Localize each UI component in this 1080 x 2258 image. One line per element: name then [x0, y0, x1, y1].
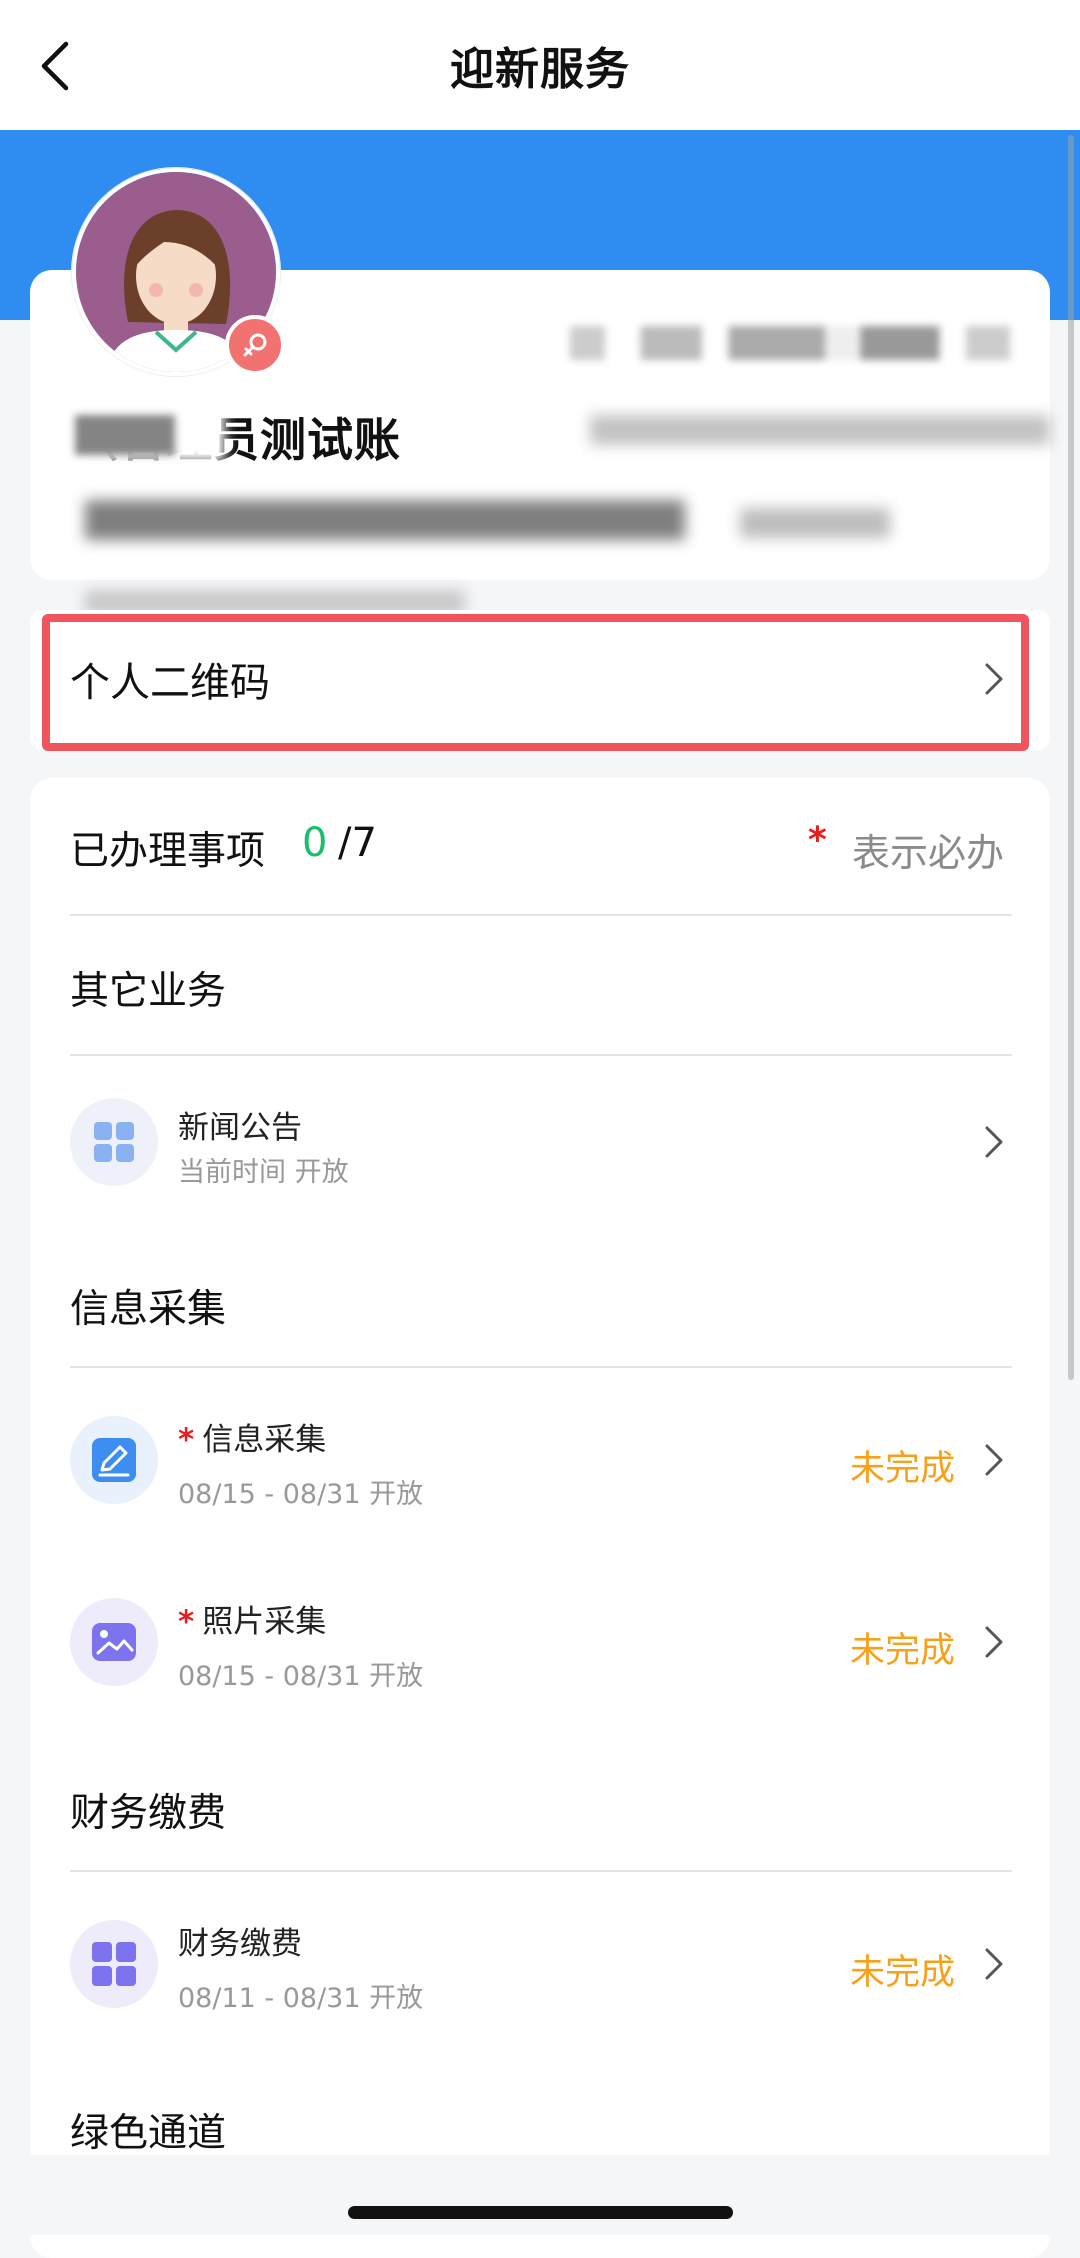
section-title-green-channel: 绿色通道 [70, 2111, 227, 2156]
item-title: 新闻公告 [178, 1110, 302, 1146]
chevron-right-icon [985, 1444, 1003, 1476]
item-subtitle: 08/15 - 08/31 开放 [178, 1661, 424, 1692]
top-nav-bar: 迎新服务 [0, 0, 1080, 130]
status-badge: 未完成 [850, 1449, 956, 1489]
done-count: 0 [302, 820, 328, 866]
grid-icon [70, 1920, 158, 2008]
chevron-right-icon [985, 1126, 1003, 1158]
back-button[interactable] [26, 38, 82, 94]
status-badge: 未完成 [850, 1631, 956, 1671]
home-indicator[interactable] [348, 2206, 733, 2219]
redacted-name-prefix-text [75, 415, 175, 455]
chevron-right-icon [985, 1626, 1003, 1658]
chevron-right-icon [985, 1948, 1003, 1980]
divider [70, 1870, 1012, 1872]
section-title-other: 其它业务 [70, 969, 227, 1014]
redacted-name-suffix [590, 415, 1050, 445]
item-title: 财务缴费 [178, 1926, 302, 1962]
progress-label: 已办理事项 [70, 829, 266, 874]
scrollbar[interactable] [1068, 135, 1074, 1380]
page-title: 迎新服务 [450, 44, 630, 95]
divider [70, 1054, 1012, 1056]
qr-row-highlight [42, 614, 1029, 751]
divider [70, 1366, 1012, 1368]
total-count: /7 [338, 820, 377, 866]
item-subtitle: 当前时间 开放 [178, 1157, 349, 1188]
chevron-left-icon [41, 41, 69, 91]
redacted-info-line-2 [740, 508, 890, 538]
edit-form-icon [70, 1416, 158, 1504]
item-subtitle: 08/15 - 08/31 开放 [178, 1479, 424, 1510]
redacted-id [570, 326, 1010, 360]
image-icon [70, 1598, 158, 1686]
section-title-info: 信息采集 [70, 1287, 227, 1332]
divider [70, 914, 1012, 916]
item-subtitle: 08/11 - 08/31 开放 [178, 1983, 424, 2014]
bottom-safe-area [0, 2155, 1080, 2235]
required-legend-star: * [808, 820, 827, 861]
status-badge: 未完成 [850, 1953, 956, 1993]
section-title-finance: 财务缴费 [70, 1791, 227, 1836]
female-symbol-icon [225, 315, 285, 375]
item-title: * 照片采集 [178, 1604, 327, 1640]
redacted-info-line [85, 500, 685, 540]
grid-icon [70, 1098, 158, 1186]
item-title: * 信息采集 [178, 1422, 327, 1458]
required-legend-text: 表示必办 [852, 831, 1005, 875]
